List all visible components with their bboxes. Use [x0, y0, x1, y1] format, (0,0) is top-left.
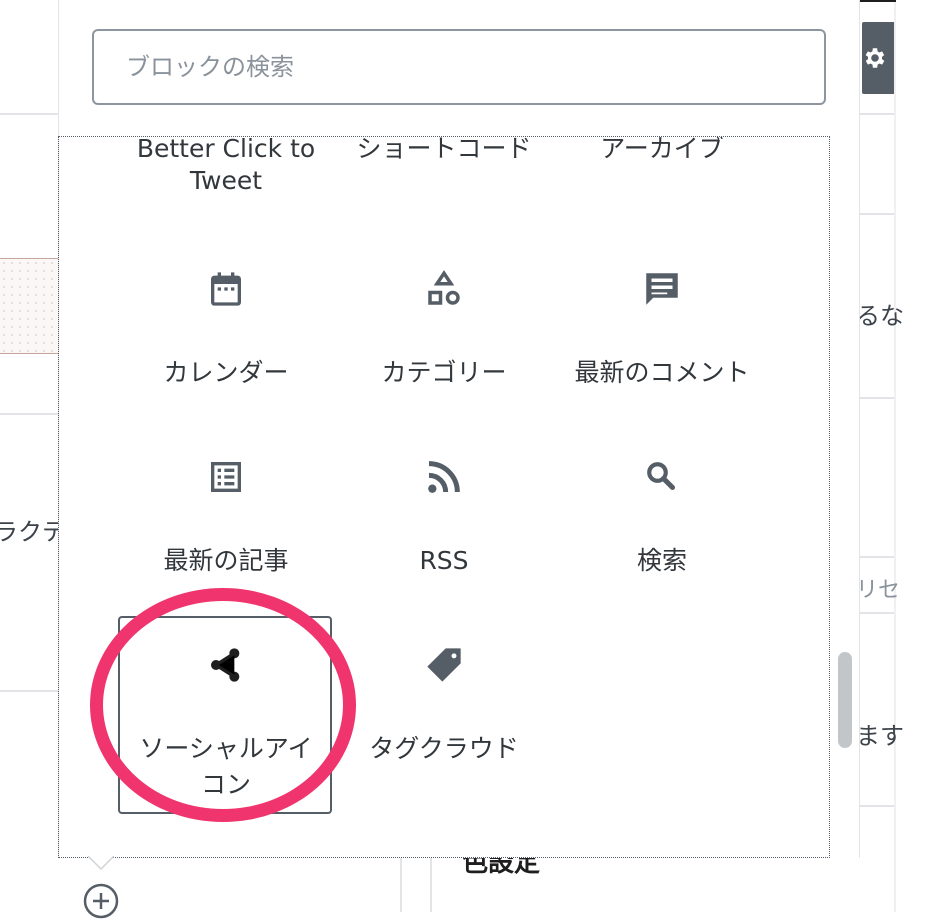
- bg-editor-text: ラクテ: [0, 518, 66, 546]
- calendar-icon: [206, 267, 246, 311]
- block-categories[interactable]: カテゴリー: [337, 267, 551, 391]
- sidebar-divider: [860, 213, 894, 215]
- block-label: アーカイブ: [600, 136, 724, 163]
- block-label: RSS: [419, 546, 469, 575]
- sidebar-text: るな: [856, 302, 904, 330]
- block-better-click-to-tweet[interactable]: Better Click to Tweet: [119, 136, 333, 197]
- shapes-icon: [423, 267, 465, 311]
- block-search[interactable]: 検索: [555, 455, 769, 579]
- sidebar-divider: [860, 397, 894, 399]
- block-label: 最新のコメント: [574, 358, 750, 387]
- sidebar-text: リセ: [856, 578, 901, 603]
- scrollbar-track[interactable]: [834, 136, 858, 858]
- sidebar-divider: [860, 556, 894, 558]
- block-label: 検索: [636, 546, 687, 575]
- block-label: カテゴリー: [381, 358, 507, 387]
- block-label: 最新の記事: [163, 546, 289, 575]
- selected-block-outline: [118, 616, 332, 814]
- comment-icon: [641, 267, 683, 311]
- block-calendar[interactable]: カレンダー: [119, 267, 333, 391]
- block-archives[interactable]: アーカイブ: [555, 136, 769, 165]
- block-label: タグクラウド: [369, 734, 519, 763]
- panel-border: [430, 858, 432, 912]
- bg-divider: [0, 113, 58, 115]
- rss-icon: [424, 455, 464, 499]
- settings-sidebar: [862, 0, 936, 912]
- panel-border: [400, 858, 402, 912]
- block-tag-cloud[interactable]: タグクラウド: [337, 643, 551, 767]
- block-shortcode[interactable]: ショートコード: [337, 136, 551, 165]
- add-block-plus-icon[interactable]: [82, 882, 120, 920]
- block-latest-posts[interactable]: 最新の記事: [119, 455, 333, 579]
- settings-button[interactable]: [862, 22, 894, 94]
- sidebar-divider: [860, 612, 894, 614]
- block-label: カレンダー: [163, 358, 289, 387]
- popover-caret: [88, 856, 114, 870]
- sidebar-text: ます: [856, 722, 904, 750]
- bg-divider: [0, 413, 58, 415]
- block-label: ショートコード: [356, 136, 532, 163]
- block-label: Better Click to Tweet: [136, 136, 316, 195]
- tag-icon: [424, 643, 464, 687]
- block-search-input[interactable]: [92, 29, 826, 105]
- editor-block-placeholder: [0, 258, 58, 354]
- bg-divider: [0, 690, 58, 692]
- scrollbar-thumb[interactable]: [838, 652, 852, 748]
- search-icon: [644, 455, 680, 499]
- gear-icon: [865, 48, 885, 68]
- sidebar-divider: [860, 113, 894, 115]
- sidebar-divider: [894, 0, 896, 912]
- block-rss[interactable]: RSS: [337, 455, 551, 579]
- sidebar-divider: [860, 805, 894, 807]
- block-latest-comments[interactable]: 最新のコメント: [555, 267, 769, 391]
- post-list-icon: [206, 455, 246, 499]
